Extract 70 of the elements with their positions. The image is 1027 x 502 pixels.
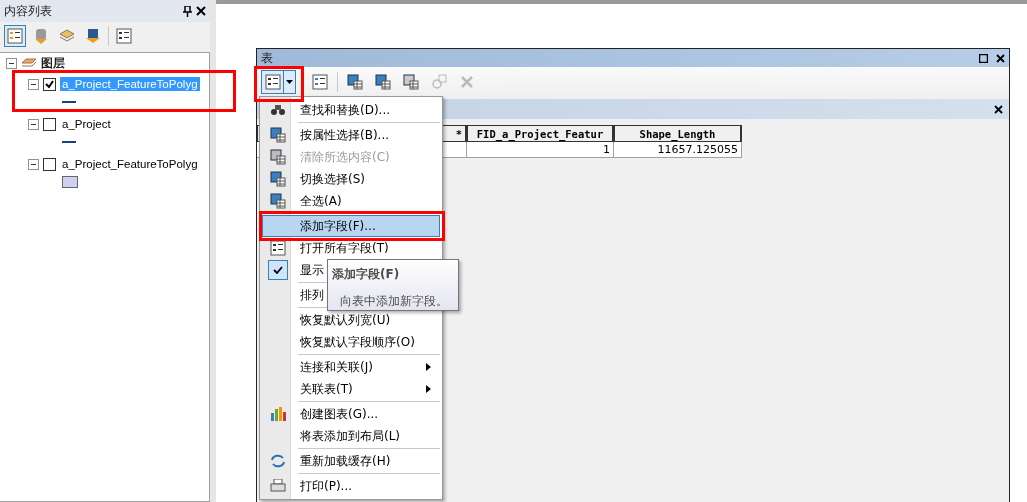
menu-item[interactable]: 重新加载缓存(H) — [262, 450, 440, 472]
table-cell: 11657.125055 — [614, 142, 742, 158]
related-tables-button[interactable] — [309, 71, 331, 93]
table-cell: 1 — [467, 142, 614, 158]
menu-item[interactable]: 按属性选择(B)... — [262, 124, 440, 146]
clear-selection-icon — [403, 74, 419, 90]
layer-checkbox[interactable] — [43, 117, 56, 131]
layer-group-label[interactable]: 图层 — [41, 54, 65, 72]
close-icon[interactable] — [994, 104, 1003, 114]
column-header[interactable]: FID_a_Project_Featur — [467, 125, 614, 142]
menu-item[interactable]: 添加字段(F)... — [262, 215, 440, 237]
highlight-frame — [254, 66, 304, 102]
collapse-toggle[interactable] — [28, 158, 39, 170]
tooltip-text: 向表中添加新字段。 — [339, 293, 449, 310]
select-by-attributes-button[interactable] — [344, 71, 366, 93]
window-title: 表 — [261, 49, 273, 67]
menu-item[interactable]: 切换选择(S) — [262, 168, 440, 190]
list-options-icon — [264, 74, 281, 90]
field-list-icon — [269, 240, 286, 256]
menu-item[interactable]: 关联表(T) — [262, 378, 440, 400]
panel-title: 内容列表 — [4, 2, 52, 20]
check-icon — [267, 260, 288, 280]
maximize-icon[interactable] — [979, 53, 988, 63]
caret-icon — [286, 80, 293, 84]
menu-item[interactable]: 全选(A) — [262, 190, 440, 212]
menu-item[interactable]: 恢复默认列宽(U) — [262, 309, 440, 331]
field-list-icon — [312, 74, 328, 90]
layer-checkbox[interactable] — [43, 157, 56, 171]
switch-selection-icon — [375, 74, 391, 90]
select-table-icon — [347, 74, 363, 90]
column-header[interactable]: Shape_Length — [614, 125, 742, 142]
select-all-icon — [269, 193, 286, 209]
submenu-arrow-icon — [426, 363, 431, 371]
bar-chart-icon — [269, 407, 286, 421]
collapse-toggle[interactable] — [6, 57, 17, 69]
close-icon[interactable] — [996, 53, 1005, 63]
menu-item[interactable]: 连接和关联(J) — [262, 356, 440, 378]
menu-item[interactable]: 创建图表(G)... — [262, 403, 440, 425]
select-table-icon — [269, 127, 286, 143]
list-by-drawing-order-button[interactable] — [4, 25, 26, 47]
table-options-button[interactable] — [262, 71, 284, 93]
tooltip-title: 添加字段(F) — [332, 266, 401, 283]
menu-item[interactable]: 恢复默认字段顺序(O) — [262, 331, 440, 353]
delete-icon — [461, 76, 473, 88]
menu-item[interactable]: 将表添加到布局(L) — [262, 425, 440, 447]
switch-selection-button[interactable] — [372, 71, 394, 93]
magnifier-icon — [431, 74, 447, 90]
submenu-arrow-icon — [426, 385, 431, 393]
close-icon[interactable] — [196, 6, 206, 16]
layer-name[interactable]: a_Project — [60, 117, 113, 131]
list-options-icon — [116, 28, 132, 44]
collapse-toggle[interactable] — [28, 118, 39, 130]
selection-layer-icon — [85, 28, 101, 44]
collapse-toggle[interactable] — [28, 78, 39, 90]
menu-item[interactable]: 打开所有字段(T) — [262, 237, 440, 259]
pin-icon[interactable] — [183, 5, 192, 17]
layer-checkbox[interactable] — [43, 77, 56, 91]
clear-selection-icon — [269, 149, 286, 165]
clear-selection-button[interactable] — [400, 71, 422, 93]
refresh-icon — [269, 454, 286, 468]
layers-icon — [59, 29, 75, 43]
options-button[interactable] — [113, 25, 135, 47]
layer-name[interactable]: a_Project_FeatureToPolyg — [60, 157, 200, 171]
layers-icon — [21, 57, 37, 69]
switch-selection-icon — [269, 171, 286, 187]
binoculars-icon — [269, 102, 286, 118]
menu-item[interactable]: 打印(P)... — [262, 475, 440, 497]
menu-item[interactable]: 查找和替换(D)... — [262, 99, 440, 121]
printer-icon — [269, 479, 286, 493]
database-icon — [34, 28, 48, 44]
